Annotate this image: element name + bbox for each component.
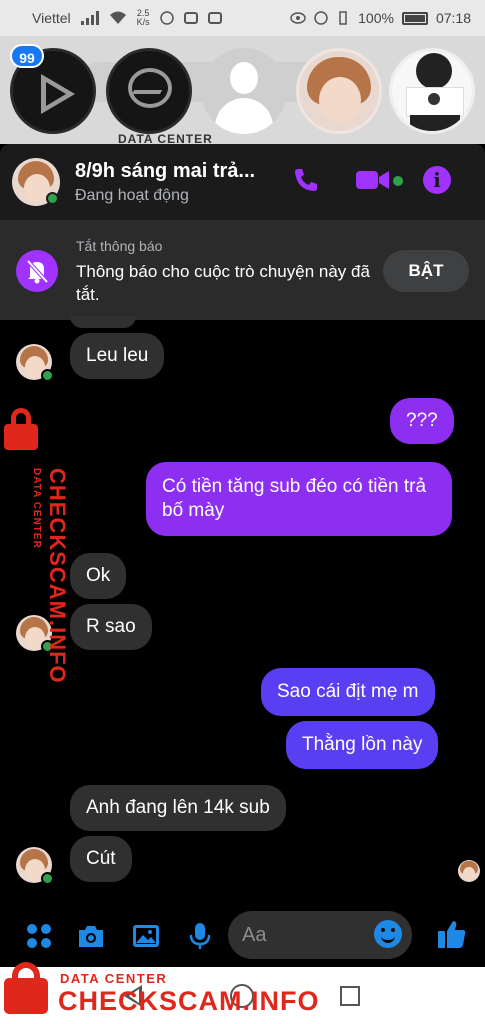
thumbs-up-icon[interactable]	[436, 918, 468, 950]
video-call-button[interactable]	[356, 166, 390, 194]
message-bubble-received[interactable]: Leu leu	[70, 333, 165, 379]
battery-percent: 100%	[358, 10, 394, 26]
messenger-notification-icon	[159, 11, 174, 25]
emoji-icon[interactable]	[374, 920, 402, 948]
message-bubble-sent[interactable]: Sao cái địt mẹ m	[261, 668, 435, 716]
chat-head-contact-girl[interactable]	[389, 48, 475, 134]
mute-banner: Tắt thông báo Thông báo cho cuộc trò chu…	[0, 220, 485, 320]
background-watermark: DATA CENTER	[118, 132, 213, 144]
vibrate-icon	[339, 11, 347, 25]
online-indicator	[46, 192, 59, 205]
chat-head-contact-placeholder[interactable]	[201, 48, 287, 134]
message-bubble-sent[interactable]: ???	[390, 398, 454, 444]
bag-notification-icon	[183, 12, 198, 24]
mute-message: Thông báo cho cuộc trò chuyện này đã tắt…	[76, 262, 370, 304]
info-button[interactable]: i	[423, 166, 451, 194]
sender-online-indicator	[41, 369, 54, 382]
chat-head-contact-boy[interactable]	[296, 48, 382, 134]
message-bubble-received[interactable]: R sao	[70, 604, 152, 650]
watermark-side-small: DATA CENTER	[31, 468, 42, 549]
video-online-indicator	[393, 176, 403, 186]
message-bubble-sent[interactable]: Thằng lồn này	[286, 721, 439, 769]
unread-badge: 99	[10, 44, 44, 68]
camera-icon[interactable]	[76, 921, 106, 951]
watermark-bottom-big: CHECKSCAM.INFO	[58, 986, 320, 1016]
message-bubble-received[interactable]: Ok	[70, 553, 127, 599]
bell-off-icon	[16, 250, 58, 292]
network-speed: 2.5 K/s	[136, 8, 150, 27]
message-bubble-received[interactable]: Anh đang lên 14k sub	[70, 785, 286, 831]
message-bubble-sent[interactable]: Có tiền tăng sub đéo có tiền trả bố mày	[146, 462, 452, 536]
wifi-icon	[109, 11, 126, 24]
youtube-notification-icon	[207, 12, 222, 24]
alarm-icon	[314, 11, 328, 25]
watermark-side-big: CHECKSCAM.INFO	[45, 468, 70, 684]
partial-message-bubble	[70, 316, 136, 328]
status-bar: Viettel 2.5 K/s 100% 07:18	[0, 0, 485, 36]
menu-dots-icon[interactable]	[24, 921, 54, 951]
sender-online-indicator	[41, 872, 54, 885]
gallery-icon[interactable]	[131, 921, 161, 951]
active-status: Đang hoạt động	[75, 187, 189, 204]
composer-bar: Aa	[0, 905, 485, 967]
signal-icon	[80, 11, 99, 25]
chat-head-messenger[interactable]	[106, 48, 192, 134]
phone-call-button[interactable]	[292, 166, 320, 194]
battery-icon	[401, 11, 428, 25]
carrier-label: Viettel	[32, 10, 71, 26]
watermark-bottom-small: DATA CENTER	[60, 971, 168, 986]
eye-icon	[290, 12, 306, 24]
chat-header: 8/9h sáng mai trả... Đang hoạt động i	[0, 144, 485, 220]
message-bubble-received[interactable]: Cút	[70, 836, 132, 882]
recent-apps-icon[interactable]	[340, 986, 360, 1006]
read-receipt-avatar	[458, 860, 480, 882]
microphone-icon[interactable]	[185, 921, 215, 951]
mute-title: Tắt thông báo	[76, 238, 163, 254]
clock: 07:18	[435, 10, 471, 26]
unmute-button[interactable]: BẬT	[383, 250, 469, 292]
contact-name[interactable]: 8/9h sáng mai trả...	[75, 160, 255, 183]
